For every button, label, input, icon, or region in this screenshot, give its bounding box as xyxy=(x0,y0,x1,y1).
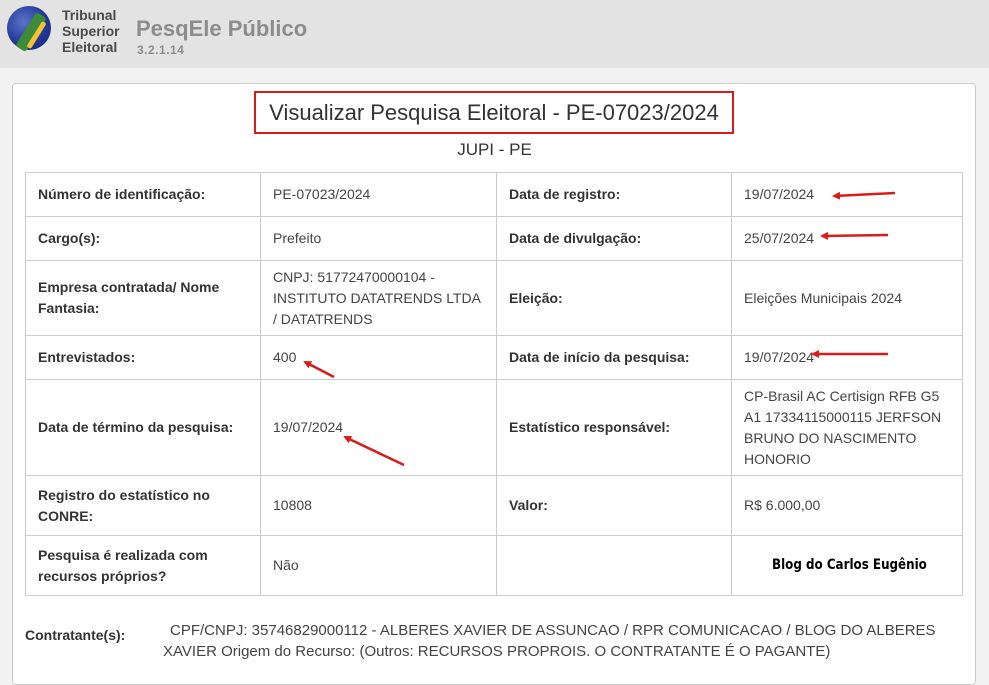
contratante-value: CPF/CNPJ: 35746829000112 - ALBERES XAVIE… xyxy=(163,622,936,660)
field-value: CNPJ: 51772470000104 - INSTITUTO DATATRE… xyxy=(260,260,497,336)
field-value: 10808 xyxy=(260,475,497,536)
page-title-highlight: Visualizar Pesquisa Eleitoral - PE-07023… xyxy=(254,91,734,134)
field-value: 19/07/2024 xyxy=(731,172,963,217)
field-label: Data de início da pesquisa: xyxy=(496,335,732,380)
page-title: Visualizar Pesquisa Eleitoral - PE-07023… xyxy=(269,99,719,125)
contratante-label: Contratante(s): xyxy=(25,627,126,643)
field-value: CP-Brasil AC Certisign RFB G5 A1 1733411… xyxy=(731,379,963,476)
table-row: Registro do estatístico no CONRE: 10808 … xyxy=(25,475,963,536)
field-label xyxy=(496,535,732,596)
tse-logo-text[interactable]: Tribunal Superior Eleitoral xyxy=(62,7,120,55)
field-label: Número de identificação: xyxy=(25,172,261,217)
survey-details-table: Número de identificação: PE-07023/2024 D… xyxy=(25,172,963,596)
field-label: Data de registro: xyxy=(496,172,732,217)
table-row: Entrevistados: 400 Data de início da pes… xyxy=(25,335,963,380)
field-label: Entrevistados: xyxy=(25,335,261,380)
app-version: 3.2.1.14 xyxy=(137,43,185,57)
field-label: Data de término da pesquisa: xyxy=(25,379,261,476)
field-value: R$ 6.000,00 xyxy=(731,475,963,536)
field-value: Prefeito xyxy=(260,216,497,261)
field-label: Data de divulgação: xyxy=(496,216,732,261)
logo-line-3: Eleitoral xyxy=(62,39,118,55)
field-label: Registro do estatístico no CONRE: xyxy=(25,475,261,536)
table-row: Cargo(s): Prefeito Data de divulgação: 2… xyxy=(25,216,963,261)
blog-watermark: Blog do Carlos Eugênio xyxy=(772,557,927,573)
field-label: Valor: xyxy=(496,475,732,536)
page-subtitle: JUPI - PE xyxy=(457,140,532,159)
field-value: Não xyxy=(260,535,497,596)
field-label: Cargo(s): xyxy=(25,216,261,261)
logo-line-1: Tribunal xyxy=(62,7,117,23)
field-value: 400 xyxy=(260,335,497,380)
field-label: Estatístico responsável: xyxy=(496,379,732,476)
logo-line-2: Superior xyxy=(62,23,120,39)
app-header: Tribunal Superior Eleitoral PesqEle Públ… xyxy=(0,0,989,68)
table-row: Data de término da pesquisa: 19/07/2024 … xyxy=(25,379,963,476)
field-label: Pesquisa é realizada com recursos própri… xyxy=(25,535,261,596)
field-value: 25/07/2024 xyxy=(731,216,963,261)
field-label: Eleição: xyxy=(496,260,732,336)
field-value: PE-07023/2024 xyxy=(260,172,497,217)
field-value: Eleições Municipais 2024 xyxy=(731,260,963,336)
table-row: Número de identificação: PE-07023/2024 D… xyxy=(25,172,963,217)
field-value: 19/07/2024 xyxy=(260,379,497,476)
field-label: Empresa contratada/ Nome Fantasia: xyxy=(25,260,261,336)
app-title: PesqEle Público xyxy=(136,16,308,41)
table-row: Empresa contratada/ Nome Fantasia: CNPJ:… xyxy=(25,260,963,336)
field-value: 19/07/2024 xyxy=(731,335,963,380)
tse-logo-icon[interactable] xyxy=(7,6,51,53)
